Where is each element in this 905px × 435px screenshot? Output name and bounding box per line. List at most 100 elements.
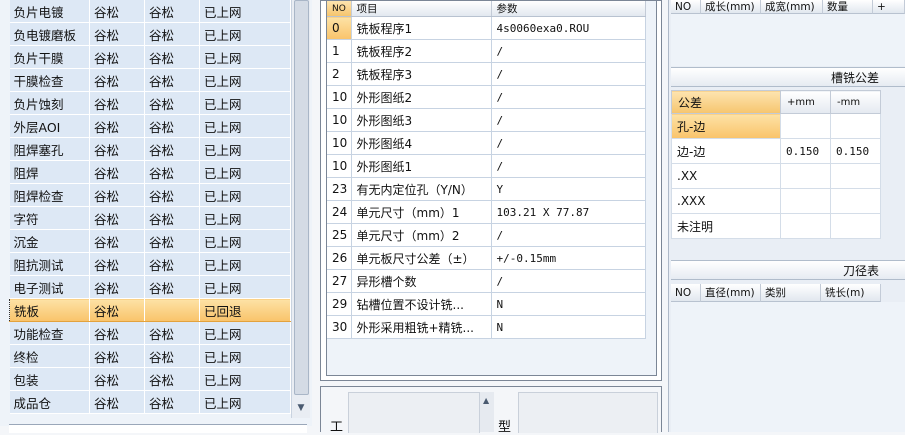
params-header-value[interactable]: 参数: [491, 1, 646, 17]
param-value: /: [491, 223, 646, 247]
process-row[interactable]: 包装 谷松 谷松 已上网: [9, 367, 291, 391]
param-row[interactable]: 25 单元尺寸（mm）2/: [327, 223, 646, 247]
param-no: 25: [327, 223, 352, 247]
process-row[interactable]: 成品仓 谷松 谷松 已上网: [9, 390, 291, 414]
tolerance-plus[interactable]: [780, 113, 831, 139]
tool-header-no[interactable]: NO: [671, 284, 701, 302]
param-no: 30: [327, 315, 352, 339]
process-row[interactable]: 负片蚀刻 谷松 谷松 已上网: [9, 91, 291, 115]
param-row[interactable]: 23 有无内定位孔（Y/N） Y: [327, 177, 646, 201]
size-header-no[interactable]: NO: [671, 0, 701, 14]
process-row[interactable]: 负片干膜 谷松 谷松 已上网: [9, 45, 291, 69]
tolerance-minus[interactable]: 0.150: [830, 138, 881, 164]
param-value: +/-0.15mm: [491, 246, 646, 270]
size-header-length[interactable]: 成长(mm): [701, 0, 761, 14]
param-row[interactable]: 10 外形图纸4/: [327, 131, 646, 155]
param-row[interactable]: 24 单元尺寸（mm）1 103.21 X 77.87: [327, 200, 646, 224]
process-row[interactable]: 功能检查 谷松 谷松 已上网: [9, 321, 291, 345]
param-row[interactable]: 2 铣板程序3/: [327, 62, 646, 86]
process-status: 已上网: [199, 183, 291, 207]
tolerance-row[interactable]: 未注明: [671, 213, 881, 239]
params-frame: NO 项目 参数 0 铣板程序1 4s0060exa0.ROU 1 铣板程序2/2 铣板程…: [320, 0, 662, 381]
process-name: 负电镀磨板: [9, 22, 90, 46]
param-row[interactable]: 26 单元板尺寸公差（±） +/-0.15mm: [327, 246, 646, 270]
operator-2: 谷松: [144, 114, 200, 138]
process-name: 外层AOI: [9, 114, 90, 138]
process-status: 已上网: [199, 114, 291, 138]
param-no: 23: [327, 177, 352, 201]
scroll-down-icon[interactable]: ▼: [294, 401, 308, 415]
tolerance-row[interactable]: 孔-边: [671, 113, 881, 139]
params-header-item[interactable]: 项目: [351, 1, 492, 17]
operator-1: 谷松: [89, 206, 145, 230]
process-row[interactable]: 负片电镀 谷松 谷松 已上网: [9, 0, 291, 23]
operator-1: 谷松: [89, 0, 145, 23]
tolerance-plus[interactable]: [780, 163, 831, 189]
tool-header-type[interactable]: 类别: [761, 284, 821, 302]
tol-header-minus[interactable]: -mm: [830, 90, 881, 114]
tolerance-row[interactable]: 边-边 0.150 0.150: [671, 138, 881, 164]
work-textbox-scrollbar[interactable]: ▲: [480, 392, 494, 432]
work-textbox[interactable]: [348, 392, 480, 433]
process-row[interactable]: 铣板 谷松 已回退: [9, 298, 291, 322]
tolerance-row[interactable]: .XXX: [671, 188, 881, 214]
size-header-qty[interactable]: 数量: [823, 0, 873, 14]
tolerance-plus[interactable]: [780, 188, 831, 214]
params-header-no[interactable]: NO: [327, 1, 352, 17]
tolerance-minus[interactable]: [830, 188, 881, 214]
scrollbar-thumb[interactable]: [294, 0, 309, 395]
param-item: 单元尺寸（mm）2: [351, 223, 492, 247]
process-row[interactable]: 阻抗测试 谷松 谷松 已上网: [9, 252, 291, 276]
tol-header-tolerance[interactable]: 公差: [671, 90, 781, 114]
operator-2: [144, 298, 200, 322]
process-list-scrollbar[interactable]: ▼: [291, 0, 310, 418]
process-row[interactable]: 负电镀磨板 谷松 谷松 已上网: [9, 22, 291, 46]
param-row[interactable]: 30 外形采用粗铣+精铣... N: [327, 315, 646, 339]
process-row[interactable]: 干膜检查 谷松 谷松 已上网: [9, 68, 291, 92]
process-row[interactable]: 电子测试 谷松 谷松 已上网: [9, 275, 291, 299]
operator-1: 谷松: [89, 321, 145, 345]
size-header-width[interactable]: 成宽(mm): [761, 0, 823, 14]
process-row[interactable]: 外层AOI 谷松 谷松 已上网: [9, 114, 291, 138]
tolerance-plus[interactable]: 0.150: [780, 138, 831, 164]
operator-2: 谷松: [144, 137, 200, 161]
tool-header-diameter[interactable]: 直径(mm): [701, 284, 761, 302]
param-row[interactable]: 1 铣板程序2/: [327, 39, 646, 63]
type-textbox[interactable]: [518, 392, 658, 433]
process-row[interactable]: 字符 谷松 谷松 已上网: [9, 206, 291, 230]
tool-grid: [671, 302, 905, 432]
param-row[interactable]: 10 外形图纸1/: [327, 154, 646, 178]
param-value: N: [491, 292, 646, 316]
tolerance-minus[interactable]: [830, 113, 881, 139]
tol-header-plus[interactable]: +mm: [780, 90, 831, 114]
process-row[interactable]: 阻焊 谷松 谷松 已上网: [9, 160, 291, 184]
process-row[interactable]: 沉金 谷松 谷松 已上网: [9, 229, 291, 253]
param-row[interactable]: 29 钻槽位置不设计铣... N: [327, 292, 646, 316]
param-row[interactable]: 10 外形图纸2/: [327, 85, 646, 109]
tolerance-minus[interactable]: [830, 163, 881, 189]
param-row[interactable]: 27 异形槽个数 /: [327, 269, 646, 293]
operator-1: 谷松: [89, 344, 145, 368]
operator-1: 谷松: [89, 229, 145, 253]
param-row[interactable]: 10 外形图纸3/: [327, 108, 646, 132]
process-status: 已上网: [199, 390, 291, 414]
param-no: 10: [327, 85, 352, 109]
process-row[interactable]: 阻焊检查 谷松 谷松 已上网: [9, 183, 291, 207]
tolerance-row[interactable]: .XX: [671, 163, 881, 189]
param-item: 铣板程序1: [351, 16, 492, 40]
param-row[interactable]: 0 铣板程序1 4s0060exa0.ROU: [327, 16, 646, 40]
process-row[interactable]: 终检 谷松 谷松 已上网: [9, 344, 291, 368]
tool-diameter-title: 刀径表: [671, 260, 905, 280]
scroll-up-icon[interactable]: ▲: [483, 396, 489, 405]
size-add-button[interactable]: +: [873, 0, 905, 14]
param-item: 钻槽位置不设计铣...: [351, 292, 492, 316]
tolerance-minus[interactable]: [830, 213, 881, 239]
tolerance-label: 边-边: [671, 138, 781, 164]
process-row[interactable]: 阻焊塞孔 谷松 谷松 已上网: [9, 137, 291, 161]
param-item: 异形槽个数: [351, 269, 492, 293]
tolerance-plus[interactable]: [780, 213, 831, 239]
process-name: 包装: [9, 367, 90, 391]
process-name: 终检: [9, 344, 90, 368]
process-status: 已上网: [199, 344, 291, 368]
tool-header-length[interactable]: 铣长(m): [821, 284, 881, 302]
